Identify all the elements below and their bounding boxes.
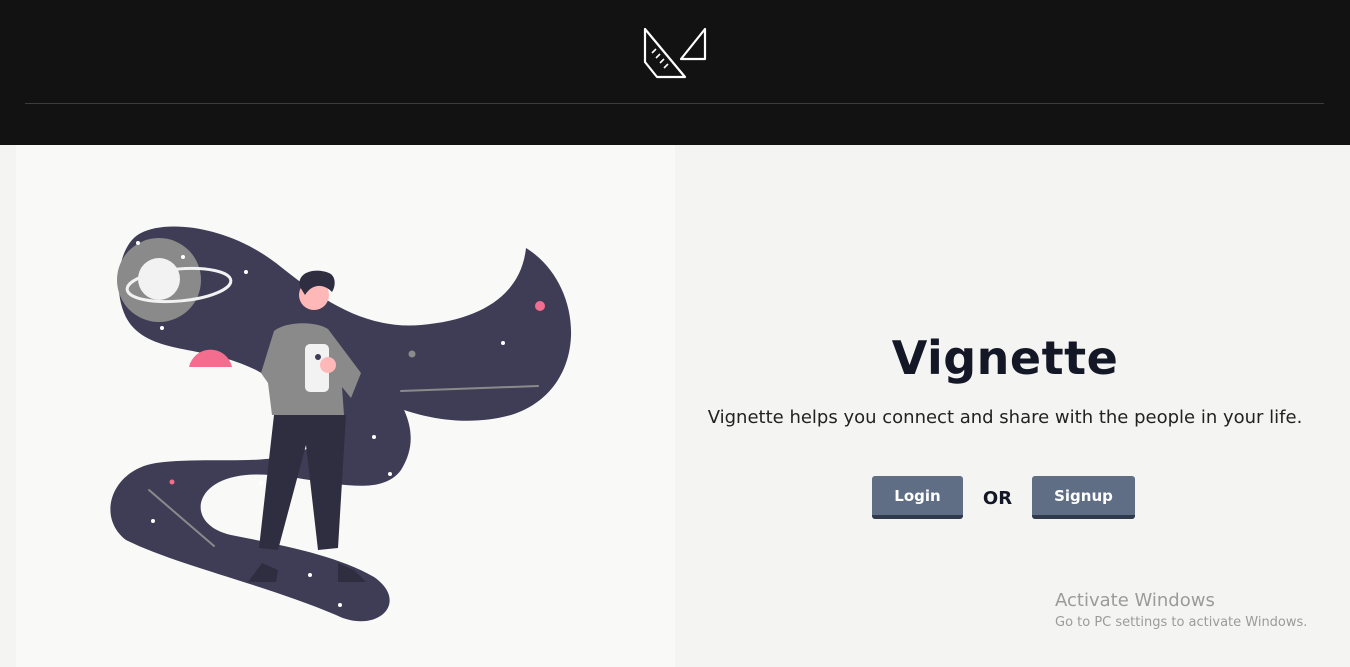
- top-header: [0, 0, 1350, 145]
- welcome-panel: Vignette Vignette helps you connect and …: [675, 145, 1350, 667]
- signup-button[interactable]: Signup: [1032, 476, 1135, 519]
- header-divider: [25, 103, 1324, 104]
- activate-windows-watermark: Activate Windows Go to PC settings to ac…: [1055, 590, 1307, 630]
- watermark-subtitle: Go to PC settings to activate Windows.: [1055, 615, 1308, 630]
- illustration-panel: [16, 145, 675, 667]
- tagline: Vignette helps you connect and share wit…: [707, 407, 1303, 428]
- space-person-illustration: [110, 226, 572, 622]
- login-button[interactable]: Login: [872, 476, 963, 519]
- or-separator: OR: [982, 488, 1013, 509]
- page-title: Vignette: [891, 331, 1119, 385]
- brand-logo-icon[interactable]: [643, 27, 707, 81]
- watermark-title: Activate Windows: [1055, 590, 1215, 611]
